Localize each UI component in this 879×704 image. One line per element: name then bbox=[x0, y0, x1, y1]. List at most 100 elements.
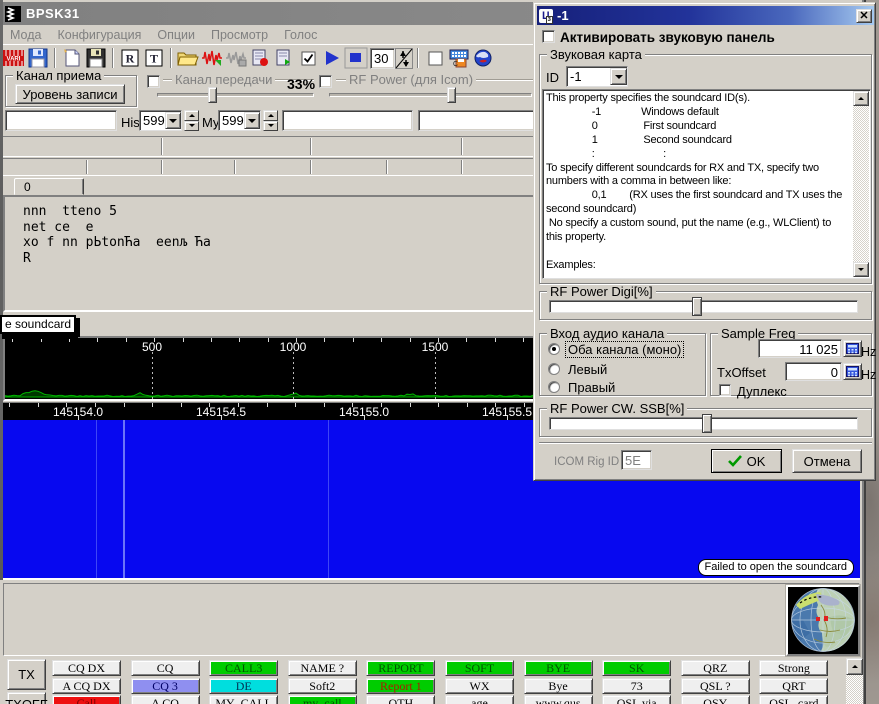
rf-power-slider-track[interactable] bbox=[329, 93, 532, 97]
macro-button-73[interactable]: 73 bbox=[602, 678, 671, 694]
wave-gray-icon[interactable] bbox=[224, 46, 248, 70]
macro-button-wx[interactable]: WX bbox=[445, 678, 514, 694]
tx-speed-control[interactable]: 30 bbox=[370, 47, 413, 69]
menu-1[interactable]: Мода bbox=[2, 26, 49, 44]
my-rst-dropdown[interactable] bbox=[244, 112, 260, 129]
sample-freq-keypad-button[interactable] bbox=[843, 340, 862, 357]
waterfall-minor-tick bbox=[38, 403, 39, 407]
txoffset-input[interactable]: 0 bbox=[785, 362, 842, 381]
macro-button-a-cq-dx[interactable]: A CQ DX bbox=[52, 678, 121, 694]
rx-tab-0[interactable]: 0 bbox=[14, 178, 84, 195]
sample-freq-input[interactable]: 11 025 bbox=[758, 339, 842, 358]
macro-button-bye[interactable]: Bye bbox=[524, 678, 593, 694]
his-rst-dropdown[interactable] bbox=[165, 112, 181, 129]
rf-power-checkbox[interactable] bbox=[319, 75, 332, 88]
rf-power-slider-thumb[interactable] bbox=[447, 87, 456, 103]
macro-button-report-1[interactable]: Report 1 bbox=[366, 678, 435, 694]
macro-button-qth[interactable]: QTH bbox=[366, 695, 435, 704]
activate-sound-panel-checkbox[interactable] bbox=[542, 30, 555, 43]
callsign-input[interactable] bbox=[5, 110, 117, 131]
macro-scroll-up-button[interactable] bbox=[846, 658, 863, 675]
menu-3[interactable]: Опции bbox=[149, 26, 203, 44]
new-page-icon[interactable] bbox=[60, 46, 84, 70]
macro-scrollbar[interactable] bbox=[846, 658, 863, 704]
macro-button-de[interactable]: DE bbox=[209, 678, 278, 694]
cancel-button[interactable]: Отмена bbox=[792, 449, 862, 473]
rx-log-icon[interactable]: R bbox=[118, 46, 142, 70]
audio-input-radio-1[interactable] bbox=[548, 343, 560, 355]
globe-icon[interactable] bbox=[471, 46, 495, 70]
macro-button-report[interactable]: REPORT bbox=[366, 660, 435, 676]
help-scrollbar[interactable] bbox=[853, 91, 869, 277]
help-scroll-up-button[interactable] bbox=[853, 91, 869, 106]
txoff-button[interactable]: TXOFF bbox=[7, 692, 46, 704]
rf-cw-slider-thumb[interactable] bbox=[702, 414, 712, 433]
macro-button-qrz[interactable]: QRZ bbox=[681, 660, 750, 676]
tx-level-slider-thumb[interactable] bbox=[208, 87, 217, 103]
macro-button-soft2[interactable]: Soft2 bbox=[288, 678, 357, 694]
macro-button-www-qus[interactable]: www.qus bbox=[524, 695, 593, 704]
macro-button-qsl-via[interactable]: QSL via bbox=[602, 695, 671, 704]
tx-toggle-button[interactable]: TX bbox=[7, 659, 46, 690]
macro-button-qsl-card[interactable]: QSL_card bbox=[759, 695, 828, 704]
macro-button-call[interactable]: Call bbox=[52, 695, 121, 704]
soundcard-id-combo[interactable]: -1 bbox=[566, 66, 628, 87]
my-rst-spinner[interactable] bbox=[263, 110, 278, 131]
duplex-checkbox[interactable] bbox=[719, 384, 731, 396]
macro-button-a-cq[interactable]: A CQ bbox=[131, 695, 200, 704]
soundcard-help-box[interactable]: This property specifies the soundcard ID… bbox=[542, 89, 871, 279]
checkbox-checked-icon[interactable] bbox=[296, 46, 320, 70]
dialog-close-button[interactable]: ✕ bbox=[856, 9, 872, 23]
my-rst-combo[interactable]: 599 bbox=[218, 110, 261, 131]
tx-speed-input[interactable]: 30 bbox=[370, 48, 395, 69]
macro-button-sk[interactable]: SK bbox=[602, 660, 671, 676]
macro-button-qrt[interactable]: QRT bbox=[759, 678, 828, 694]
macro-button-my-call[interactable]: my_call bbox=[288, 695, 357, 704]
menu-2[interactable]: Конфигурация bbox=[49, 26, 149, 44]
menu-4[interactable]: Просмотр bbox=[203, 26, 276, 44]
macro-button-cq-3[interactable]: CQ 3 bbox=[131, 678, 200, 694]
tx-level-slider-track[interactable] bbox=[157, 93, 314, 97]
vari-icon[interactable]: VARI bbox=[2, 46, 26, 70]
audio-input-radio-2[interactable] bbox=[548, 363, 560, 375]
macro-button-cq[interactable]: CQ bbox=[131, 660, 200, 676]
tx-speed-spinner[interactable] bbox=[395, 48, 413, 69]
stop-icon[interactable] bbox=[344, 46, 368, 70]
menu-5[interactable]: Голос bbox=[276, 26, 325, 44]
save-blue-icon[interactable] bbox=[26, 46, 50, 70]
his-rst-combo[interactable]: 599 bbox=[139, 110, 182, 131]
macro-button-qsl-[interactable]: QSL ? bbox=[681, 678, 750, 694]
macro-button-my-call[interactable]: MY_CALL bbox=[209, 695, 278, 704]
ok-button[interactable]: OK bbox=[711, 449, 782, 473]
rf-digi-slider-track[interactable] bbox=[549, 300, 858, 313]
rf-digi-slider-thumb[interactable] bbox=[692, 297, 702, 316]
name-input[interactable] bbox=[282, 110, 413, 131]
macro-button-strong[interactable]: Strong bbox=[759, 660, 828, 676]
play-icon[interactable] bbox=[320, 46, 344, 70]
dialog-titlebar[interactable]: Цз -1 ✕ bbox=[537, 6, 874, 25]
tx-pane[interactable] bbox=[3, 583, 860, 656]
macro-button-qsy[interactable]: QSY bbox=[681, 695, 750, 704]
macro-button-age[interactable]: age bbox=[445, 695, 514, 704]
soundcard-id-dropdown[interactable] bbox=[610, 68, 627, 85]
macro-button-bye[interactable]: BYE bbox=[524, 660, 593, 676]
txoffset-keypad-button[interactable] bbox=[843, 363, 862, 380]
macro-button-cq-dx[interactable]: CQ DX bbox=[52, 660, 121, 676]
doc-export-icon[interactable] bbox=[272, 46, 296, 70]
open-folder-icon[interactable] bbox=[176, 46, 200, 70]
record-level-button[interactable]: Уровень записи bbox=[15, 84, 125, 104]
save-black-icon[interactable] bbox=[84, 46, 108, 70]
help-scroll-down-button[interactable] bbox=[853, 262, 869, 277]
checkbox-unchecked-icon[interactable] bbox=[423, 46, 447, 70]
his-rst-spinner[interactable] bbox=[184, 110, 199, 131]
macro-button-name-[interactable]: NAME ? bbox=[288, 660, 357, 676]
tx-log-icon[interactable]: T bbox=[142, 46, 166, 70]
wave-red-icon[interactable] bbox=[200, 46, 224, 70]
macro-button-soft[interactable]: SOFT bbox=[445, 660, 514, 676]
audio-input-radio-3[interactable] bbox=[548, 381, 560, 393]
doc-record-icon[interactable] bbox=[248, 46, 272, 70]
macro-button-call3[interactable]: CALL3 bbox=[209, 660, 278, 676]
icom-rig-id-input[interactable]: 5E bbox=[621, 450, 652, 470]
keyboard-icon[interactable]: C bbox=[447, 46, 471, 70]
tx-channel-checkbox[interactable] bbox=[147, 75, 160, 88]
